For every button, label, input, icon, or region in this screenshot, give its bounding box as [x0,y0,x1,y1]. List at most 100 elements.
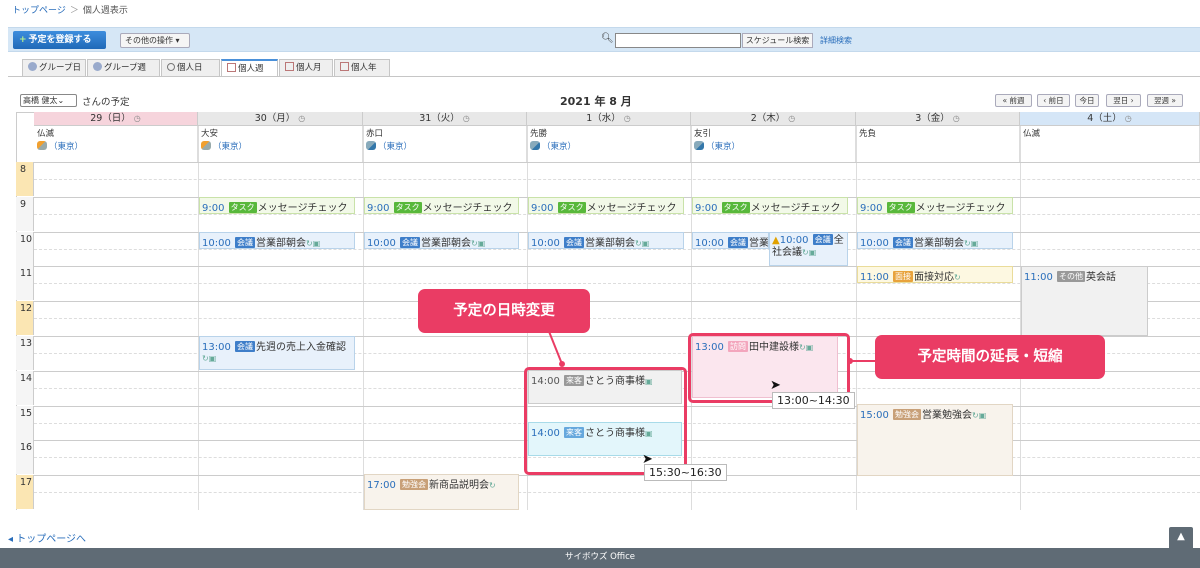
weather-link[interactable]: （東京） [366,140,523,152]
tab-divider [8,76,1200,77]
tab-personal-month[interactable]: 個人月 [279,59,333,76]
day-label: 3（金） [915,113,950,124]
clock-icon[interactable]: ◷ [953,114,960,123]
event-meeting[interactable]: 10:00 会議営業部朝会 [692,232,769,249]
clock-icon[interactable]: ◷ [1125,114,1132,123]
tab-personal-week[interactable]: 個人週 [221,59,278,77]
event-product[interactable]: 17:00 勉強会 新商品説明会 ↻ [364,474,519,510]
event-study[interactable]: 15:00 勉強会 営業勉強会 ↻▣ [857,404,1013,476]
event-meeting[interactable]: 10:00 会議 営業部朝会 ↻▣ [199,232,355,249]
day-column-header[interactable]: 4（土） ◷ [1020,112,1200,126]
weather-link[interactable]: （東京） [201,140,359,152]
other-actions-dropdown[interactable]: その他の操作 ▾ [120,33,190,48]
weather-location: （東京） [213,142,248,152]
repeat-icon: ↻ [489,481,496,490]
user-select[interactable]: 高橋 健太⌄ [20,94,77,107]
hour-label: 9 [16,196,34,231]
event-task[interactable]: 9:00 タスク メッセージチェック [528,197,684,214]
weather-link[interactable]: （東京） [37,140,194,152]
clock-icon[interactable]: ◷ [134,114,141,123]
rokuyo-label: 友引 [694,129,712,139]
event-tag: タスク [557,202,586,213]
event-task[interactable]: 9:00 タスク メッセージチェック [692,197,848,214]
tab-group-day[interactable]: グループ日 [22,59,86,76]
day-info-cell: 友引 （東京） [691,126,856,162]
search-input[interactable] [615,33,741,48]
breadcrumb-home-link[interactable]: トップページ [12,6,66,16]
event-interview[interactable]: 11:00 面接 面接対応 ↻ [857,266,1013,283]
event-tag: その他 [1057,271,1086,282]
day-column-header[interactable]: 29（日） ◷ [34,112,198,126]
rokuyo-label: 大安 [201,129,219,139]
event-task[interactable]: 9:00 タスク メッセージチェック [857,197,1013,214]
scroll-to-top-button[interactable]: ▲ [1169,527,1193,548]
breadcrumb-separator: ＞ [69,6,79,16]
user-schedule-label: さんの予定 [82,97,130,108]
today-button[interactable]: 今日 [1075,94,1099,107]
event-time: 10:00 [367,238,396,249]
clock-icon[interactable]: ◷ [298,114,305,123]
day-column-header[interactable]: 30（月） ◷ [198,112,363,126]
tab-group-week[interactable]: グループ週 [87,59,160,76]
hour-label: 16 [16,440,34,475]
event-title: 営業部朝会 [914,238,965,249]
weather-link[interactable]: （東京） [694,140,852,152]
event-time: 9:00 [367,203,390,214]
event-tag: 勉強会 [893,409,922,420]
tab-label: グループ日 [39,63,81,73]
advanced-search-link[interactable]: 詳細検索 [820,35,852,46]
event-title: 営業部朝会 [256,238,307,249]
rain-icon [530,141,540,150]
weather-location: （東京） [378,142,413,152]
event-tag: 会議 [235,237,256,248]
add-schedule-button[interactable]: + 予定を登録する [13,31,106,49]
event-sales-check[interactable]: 13:00 会議 先週の売上入金確認 ↻▣ [199,336,355,370]
day-label: 1（水） [586,113,621,124]
day-column-header[interactable]: 3（金） ◷ [856,112,1020,126]
back-to-top-link[interactable]: ◂ トップページへ [8,530,86,545]
mouse-cursor-icon: ➤ [642,452,653,467]
next-day-button[interactable]: 翌日 › [1106,94,1141,107]
event-task[interactable]: 9:00 タスク メッセージチェック [199,197,355,214]
event-meeting[interactable]: 10:00 会議 営業部朝会 ↻▣ [528,232,684,249]
day-column-header[interactable]: 2（木） ◷ [691,112,856,126]
event-title: 営業部朝会 [749,238,769,249]
event-title: メッセージチェック [586,203,677,214]
clock-icon[interactable]: ◷ [624,114,631,123]
breadcrumb: トップページ＞個人週表示 [12,3,128,16]
event-time: 9:00 [202,203,225,214]
event-english[interactable]: 11:00 その他 英会話 [1021,266,1148,336]
tab-personal-day[interactable]: 個人日 [161,59,220,76]
day-column-header[interactable]: 1（水） ◷ [527,112,691,126]
event-task[interactable]: 9:00 タスク メッセージチェック [364,197,519,214]
clock-icon[interactable]: ◷ [463,114,470,123]
day-info-cell: 仏滅 （東京） [34,126,198,162]
repeat-icon: ↻▣ [306,239,321,248]
day-info-cell: 赤口 （東京） [363,126,527,162]
event-title: 営業部朝会 [585,238,636,249]
event-time: 13:00 [202,342,231,353]
weather-link[interactable]: （東京） [530,140,687,152]
tab-label: 個人月 [296,63,322,73]
calendar-title: 2021 年 8 月 [560,95,632,108]
repeat-icon: ↻▣ [635,239,650,248]
event-title: メッセージチェック [257,203,348,214]
clock-icon[interactable]: ◷ [788,114,795,123]
search-icon: 🔍︎ [601,33,614,44]
day-info-cell: 先勝 （東京） [527,126,691,162]
prev-day-button[interactable]: ‹ 前日 [1037,94,1070,107]
hour-label: 10 [16,231,34,266]
day-label: 4（土） [1087,113,1122,124]
schedule-search-button[interactable]: スケジュール検索 [742,33,813,48]
day-column-header[interactable]: 31（火） ◷ [363,112,527,126]
next-week-button[interactable]: 翌週 » [1147,94,1183,107]
event-title: メッセージチェック [422,203,513,214]
tab-label: 個人年 [351,63,377,73]
rain-icon [366,141,376,150]
event-meeting[interactable]: 10:00 会議 営業部朝会 ↻▣ [857,232,1013,249]
event-allhands[interactable]: ▲10:00 会議 全社会議 ↻▣ [769,232,848,266]
tab-personal-year[interactable]: 個人年 [334,59,390,76]
prev-week-button[interactable]: « 前週 [995,94,1032,107]
hour-label: 14 [16,370,34,405]
event-meeting[interactable]: 10:00 会議 営業部朝会 ↻▣ [364,232,519,249]
